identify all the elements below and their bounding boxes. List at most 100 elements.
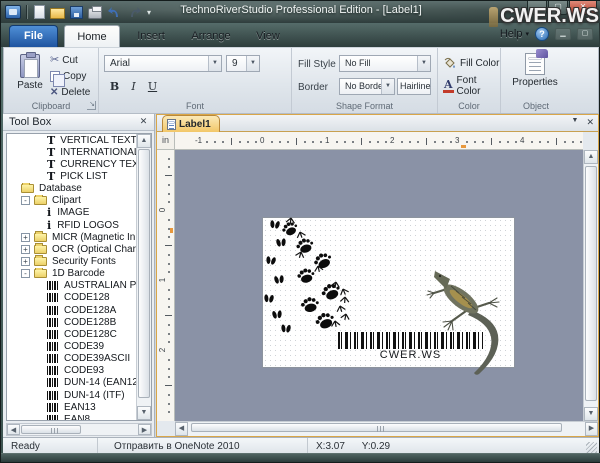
tree-item[interactable]: EAN13 bbox=[7, 401, 136, 413]
tree-item[interactable]: EAN8 bbox=[7, 413, 136, 420]
tree-item[interactable]: CODE93 bbox=[7, 365, 136, 377]
print-icon[interactable] bbox=[88, 8, 102, 19]
chevron-down-icon[interactable]: ▼ bbox=[246, 56, 259, 71]
close-document-icon[interactable]: ✕ bbox=[586, 117, 594, 128]
scroll-up-icon[interactable]: ▲ bbox=[137, 134, 151, 148]
resize-grip[interactable] bbox=[586, 442, 597, 453]
help-caret-icon[interactable]: ▾ bbox=[525, 30, 529, 38]
tree-item[interactable]: TPICK LIST bbox=[7, 170, 136, 182]
app-icon[interactable] bbox=[5, 5, 21, 19]
copy-button[interactable]: Copy bbox=[50, 69, 86, 83]
help-menu[interactable]: Help bbox=[500, 28, 523, 40]
tree-item[interactable]: iRFID LOGOS bbox=[7, 219, 136, 231]
tree-item[interactable]: TVERTICAL TEXT (DOW bbox=[7, 134, 136, 146]
tree-item[interactable]: CODE128 bbox=[7, 292, 136, 304]
tab-arrange[interactable]: Arrange bbox=[182, 25, 240, 47]
border-style-combo[interactable]: No Border▼ bbox=[339, 78, 395, 95]
fill-color-button[interactable]: Fill Color bbox=[443, 56, 499, 70]
delete-button[interactable]: ✕Delete bbox=[50, 85, 90, 99]
ruler-number: 4 bbox=[520, 137, 524, 145]
properties-button[interactable]: Properties bbox=[507, 52, 563, 98]
design-canvas[interactable]: CWER.WS bbox=[175, 150, 583, 421]
clipart-animal-tracks[interactable] bbox=[260, 212, 380, 337]
tab-file[interactable]: File bbox=[9, 25, 58, 47]
cut-button[interactable]: ✂Cut bbox=[50, 53, 78, 67]
tree-item[interactable]: i IMAGE bbox=[7, 207, 136, 219]
tree-item[interactable]: Database bbox=[7, 183, 136, 195]
fill-style-combo[interactable]: No Fill▼ bbox=[339, 55, 431, 72]
collapse-icon[interactable]: - bbox=[21, 269, 30, 278]
tree-item[interactable]: AUSTRALIAN POST 4-S bbox=[7, 280, 136, 292]
redo-icon[interactable] bbox=[127, 5, 142, 20]
tree-item[interactable]: TCURRENCY TEXT bbox=[7, 158, 136, 170]
barcode-item-icon bbox=[47, 354, 59, 363]
toolbox-vertical-scrollbar[interactable]: ▲ ▼ bbox=[136, 134, 151, 420]
chevron-down-icon[interactable]: ▼ bbox=[417, 56, 430, 71]
tree-item[interactable]: -1D Barcode bbox=[7, 268, 136, 280]
image-item-icon: i bbox=[47, 207, 51, 219]
scrollbar-thumb[interactable] bbox=[191, 423, 562, 432]
scrollbar-thumb[interactable] bbox=[138, 149, 150, 398]
clipart-lizard[interactable] bbox=[421, 262, 519, 380]
paste-button[interactable]: Paste bbox=[12, 53, 48, 98]
tree-item[interactable]: CODE39ASCII bbox=[7, 353, 136, 365]
tree-item[interactable]: +OCR (Optical Character F bbox=[7, 243, 136, 255]
document-vertical-scrollbar[interactable]: ▲ ▼ bbox=[583, 150, 598, 421]
bold-button[interactable]: B bbox=[106, 78, 123, 94]
maximize-button[interactable]: ▢ bbox=[548, 1, 568, 15]
border-weight-combo[interactable]: Hairline bbox=[397, 78, 431, 95]
tree-item[interactable]: TINTERNATIONAL TEXT bbox=[7, 146, 136, 158]
tree-item[interactable]: CODE128A bbox=[7, 304, 136, 316]
toolbox-horizontal-scrollbar[interactable]: ◀ ▶ bbox=[6, 423, 152, 436]
chevron-down-icon[interactable]: ▼ bbox=[381, 79, 394, 94]
chevron-down-icon[interactable]: ▼ bbox=[208, 56, 221, 71]
tab-view[interactable]: View bbox=[246, 25, 290, 47]
underline-button[interactable]: U bbox=[144, 78, 161, 94]
tree-item[interactable]: +Security Fonts bbox=[7, 255, 136, 267]
paste-icon bbox=[20, 54, 40, 78]
customize-caret-icon[interactable]: ▾ bbox=[147, 5, 151, 20]
collapse-icon[interactable]: - bbox=[21, 196, 30, 205]
scrollbar-thumb[interactable] bbox=[21, 425, 81, 434]
italic-button[interactable]: I bbox=[125, 78, 142, 94]
tree-item[interactable]: DUN-14 (ITF) bbox=[7, 389, 136, 401]
tab-list-caret-icon[interactable]: ▼ bbox=[572, 117, 579, 128]
document-tab-label1[interactable]: Label1 bbox=[162, 115, 220, 132]
scrollbar-thumb[interactable] bbox=[585, 166, 597, 401]
scroll-down-icon[interactable]: ▼ bbox=[584, 407, 598, 421]
expand-icon[interactable]: + bbox=[21, 245, 30, 254]
minimize-button[interactable]: ▁ bbox=[527, 1, 547, 15]
tree-item[interactable]: CODE128C bbox=[7, 328, 136, 340]
font-family-combo[interactable]: Arial▼ bbox=[104, 55, 222, 72]
scroll-right-icon[interactable]: ▶ bbox=[138, 424, 151, 435]
child-minimize-button[interactable]: ▁ bbox=[555, 28, 571, 40]
scroll-down-icon[interactable]: ▼ bbox=[137, 406, 151, 420]
tree-item[interactable]: -Clipart bbox=[7, 195, 136, 207]
scroll-up-icon[interactable]: ▲ bbox=[584, 150, 598, 164]
font-color-button[interactable]: AFont Color bbox=[443, 79, 500, 93]
document-horizontal-scrollbar[interactable]: ◀ ▶ bbox=[175, 421, 598, 436]
dialog-launcher-icon[interactable]: ↘ bbox=[87, 101, 96, 110]
scroll-left-icon[interactable]: ◀ bbox=[175, 422, 188, 436]
tree-item[interactable]: +MICR (Magnetic Ink Char bbox=[7, 231, 136, 243]
tree-item-label: IMAGE bbox=[57, 207, 89, 218]
tab-home[interactable]: Home bbox=[64, 25, 120, 47]
tree-item[interactable]: CODE39 bbox=[7, 340, 136, 352]
undo-icon[interactable] bbox=[107, 5, 122, 20]
font-size-combo[interactable]: 9▼ bbox=[226, 55, 260, 72]
child-restore-button[interactable]: ▢ bbox=[577, 28, 593, 40]
open-icon[interactable] bbox=[50, 8, 65, 19]
tab-insert[interactable]: Insert bbox=[127, 25, 175, 47]
close-button[interactable]: ✕ bbox=[569, 1, 597, 15]
scroll-right-icon[interactable]: ▶ bbox=[585, 422, 598, 436]
save-icon[interactable] bbox=[70, 6, 83, 19]
scroll-left-icon[interactable]: ◀ bbox=[7, 424, 20, 435]
tree-item[interactable]: DUN-14 (EAN128) bbox=[7, 377, 136, 389]
help-icon[interactable]: ? bbox=[535, 27, 549, 41]
tree-item[interactable]: CODE128B bbox=[7, 316, 136, 328]
expand-icon[interactable]: + bbox=[21, 233, 30, 242]
toolbox-close-icon[interactable]: ✕ bbox=[137, 116, 150, 127]
expand-icon[interactable]: + bbox=[21, 257, 30, 266]
ruler-number: 0 bbox=[159, 208, 167, 212]
new-document-icon[interactable] bbox=[34, 5, 45, 19]
